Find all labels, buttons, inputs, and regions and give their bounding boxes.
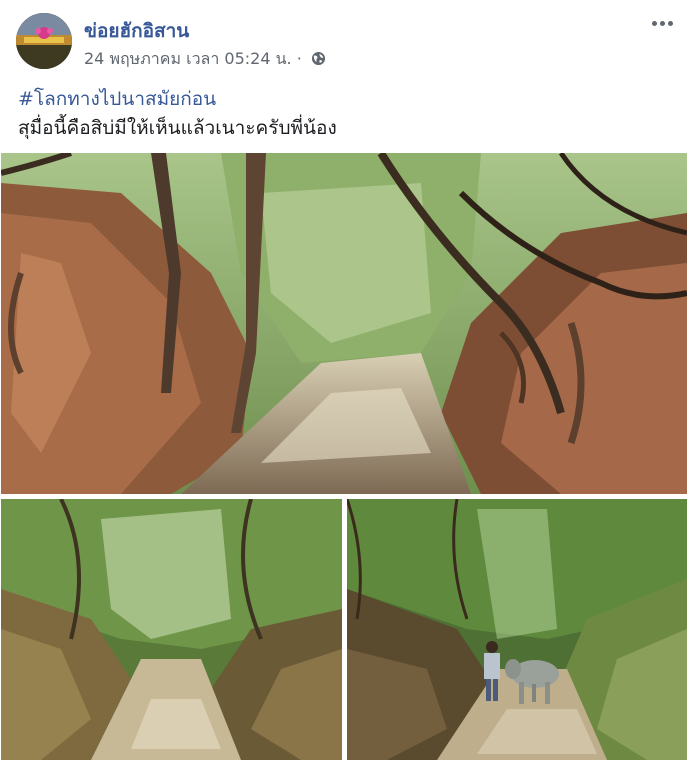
meta-separator: ·: [296, 49, 302, 68]
ellipsis-icon[interactable]: [652, 14, 678, 32]
post-meta: 24 พฤษภาคม เวลา 05:24 น. ·: [84, 47, 326, 72]
globe-icon[interactable]: [311, 51, 326, 66]
post-caption: สุมื่อนี้คือสิบ่มีให้เห็นแล้วเนาะครับพี่…: [18, 117, 337, 139]
post-timestamp[interactable]: 24 พฤษภาคม เวลา 05:24 น.: [84, 49, 292, 68]
post-photo-2[interactable]: [1, 499, 342, 760]
hashtag-link[interactable]: #โลกทางไปนาสมัยก่อน: [18, 84, 216, 114]
avatar-image: [16, 13, 72, 69]
page-name-link[interactable]: ข่อยฮักอิสาน: [84, 16, 189, 46]
post-photo-3[interactable]: [347, 499, 687, 760]
post-photo-1[interactable]: [1, 153, 687, 494]
page-avatar[interactable]: [16, 13, 72, 69]
facebook-post: ข่อยฮักอิสาน 24 พฤษภาคม เวลา 05:24 น. · …: [0, 0, 691, 760]
